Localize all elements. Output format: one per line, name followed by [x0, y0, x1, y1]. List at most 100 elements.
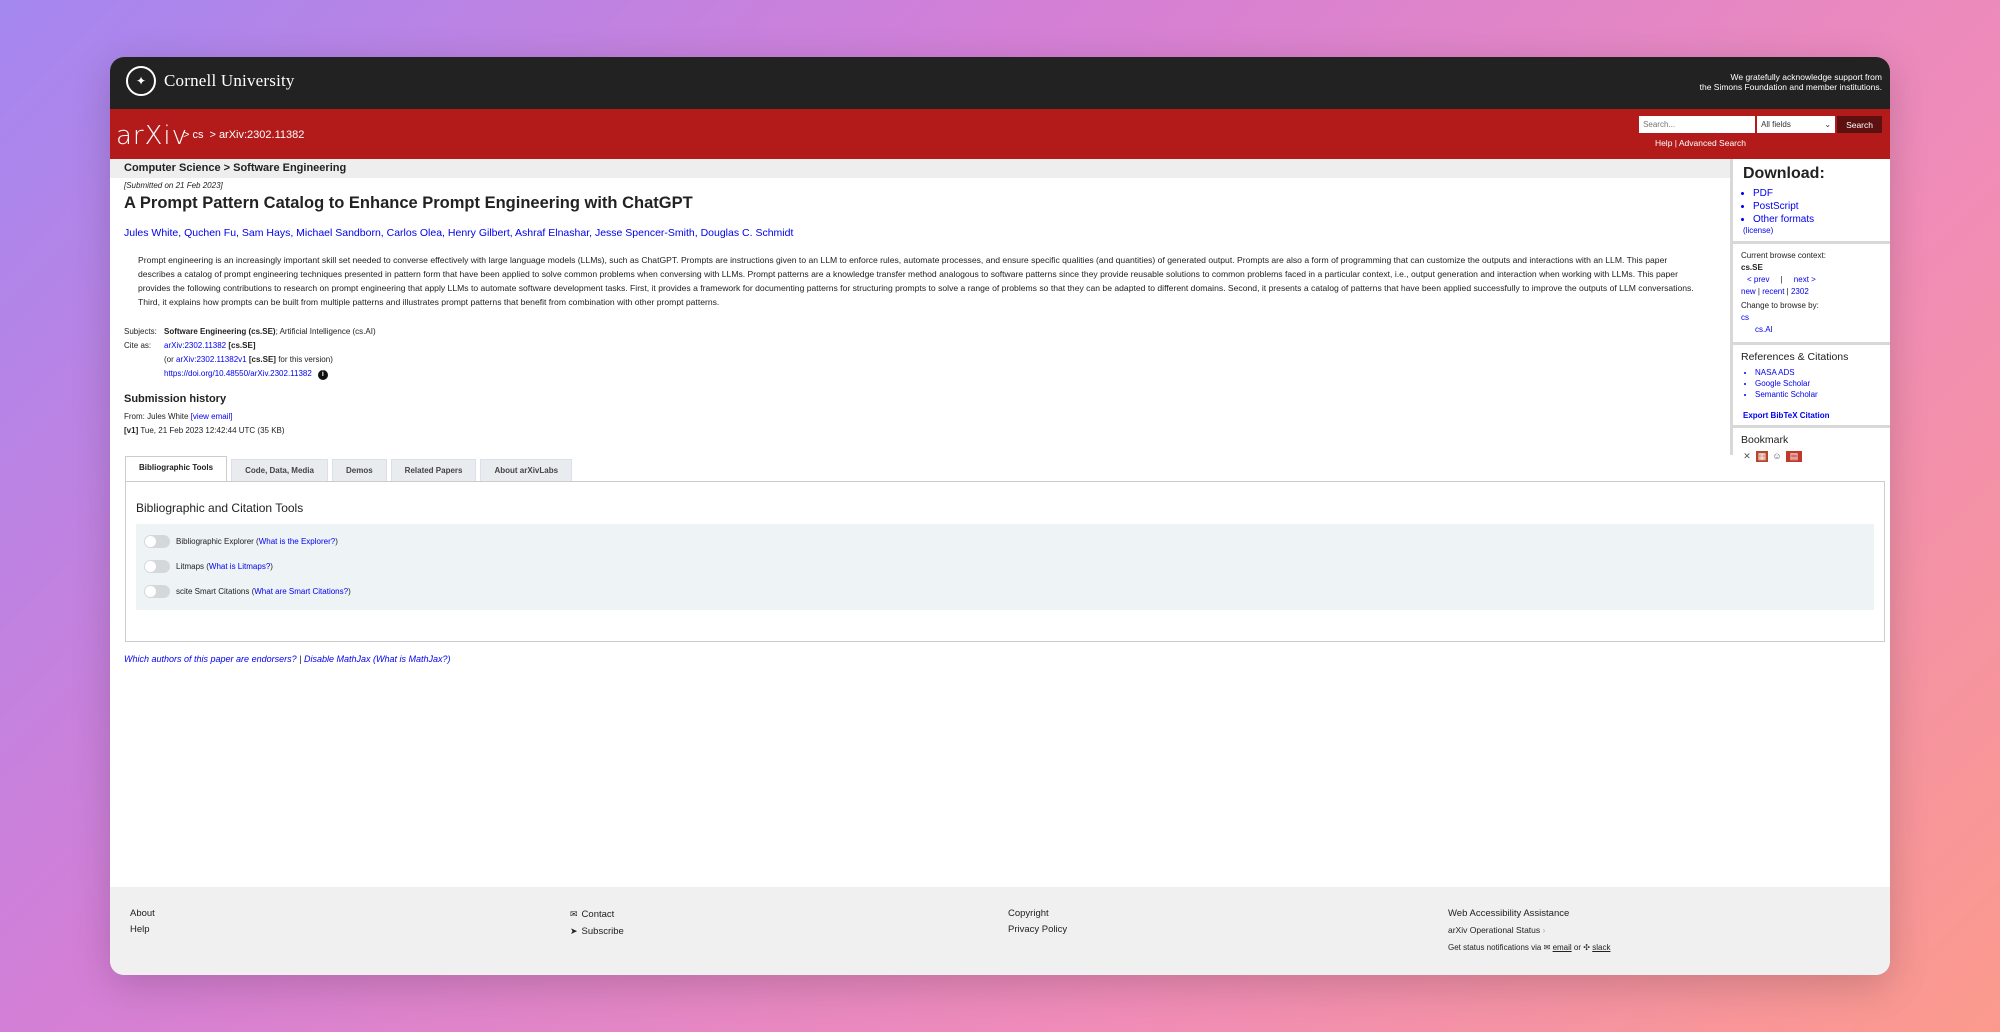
breadcrumb: > cs > arXiv:2302.11382: [183, 129, 305, 141]
litmaps-help-link[interactable]: What is Litmaps?: [209, 562, 270, 571]
panel-title: Bibliographic and Citation Tools: [136, 501, 304, 515]
advanced-search-link[interactable]: Advanced Search: [1679, 138, 1746, 148]
litmaps-toggle[interactable]: [144, 560, 170, 573]
postscript-link[interactable]: PostScript: [1753, 200, 1882, 213]
new-link[interactable]: new: [1741, 287, 1756, 296]
contact-label: Contact: [581, 909, 615, 920]
version-tag: [cs.SE]: [248, 355, 276, 364]
accessibility-link[interactable]: Web Accessibility Assistance: [1448, 906, 1610, 922]
context-value: cs.SE: [1741, 263, 1763, 272]
tool-row: Bibliographic Explorer (What is the Expl…: [144, 535, 338, 548]
version-suffix: for this version): [278, 355, 333, 364]
field-select[interactable]: All fields ⌄: [1757, 116, 1836, 133]
breadcrumb-cs[interactable]: cs: [192, 129, 203, 141]
metadata-table: Subjects: Software Engineering (cs.SE); …: [124, 325, 1724, 381]
cornell-name: Cornell University: [164, 71, 295, 90]
support-line-1: We gratefully acknowledge support from: [1730, 72, 1882, 82]
explorer-help-link[interactable]: What is the Explorer?: [259, 537, 335, 546]
contact-link[interactable]: ✉ Contact: [570, 906, 624, 923]
recent-link[interactable]: recent: [1762, 287, 1784, 296]
endorsers-link[interactable]: Which authors of this paper are endorser…: [124, 654, 297, 664]
field-select-value: All fields: [1761, 120, 1791, 129]
browse-cs-link[interactable]: cs: [1741, 312, 1882, 324]
cite-as-label: Cite as:: [124, 341, 152, 350]
abstract-text: Prompt engineering is an increasingly im…: [138, 255, 1694, 307]
reddit-icon[interactable]: ☺: [1771, 451, 1783, 462]
doi-link[interactable]: https://doi.org/10.48550/arXiv.2302.1138…: [164, 369, 312, 378]
sciencewise-icon[interactable]: ▤: [1786, 451, 1802, 462]
tab-demos[interactable]: Demos: [331, 459, 387, 481]
browse-cs-ai-link[interactable]: cs.AI: [1741, 324, 1882, 336]
submission-history-title: Submission history: [124, 393, 227, 405]
tool-name: Litmaps: [176, 562, 205, 571]
version-id-link[interactable]: arXiv:2302.11382v1: [176, 355, 247, 364]
browse-context-section: Current browse context: cs.SE < prev | n…: [1733, 244, 1890, 345]
extra-services-sidebar: Download: PDF PostScript Other formats (…: [1730, 159, 1890, 462]
cornell-seal-icon: ✦: [126, 66, 156, 96]
info-icon[interactable]: i: [317, 370, 328, 380]
month-link[interactable]: 2302: [1791, 287, 1809, 296]
about-link[interactable]: About: [130, 906, 155, 922]
tab-code-data-media[interactable]: Code, Data, Media: [231, 459, 328, 481]
paper-title: A Prompt Pattern Catalog to Enhance Prom…: [124, 194, 693, 212]
view-email-link[interactable]: [view email]: [191, 412, 233, 421]
search-input[interactable]: [1639, 116, 1756, 133]
footer-col-3: Copyright Privacy Policy: [1008, 906, 1067, 938]
email-notify-link[interactable]: email: [1553, 943, 1572, 952]
scite-toggle[interactable]: [144, 585, 170, 598]
copyright-link[interactable]: Copyright: [1008, 906, 1067, 922]
cite-tag: [cs.SE]: [228, 341, 256, 350]
submission-history: From: Jules White [view email] [v1] Tue,…: [124, 410, 1724, 438]
separator: |: [299, 654, 302, 664]
abstract-main: [Submitted on 21 Feb 2023] A Prompt Patt…: [124, 181, 1724, 438]
mendeley-icon[interactable]: ▦: [1756, 451, 1768, 462]
version-details: Tue, 21 Feb 2023 12:42:44 UTC (35 KB): [140, 426, 285, 435]
license-link[interactable]: (license): [1743, 226, 1882, 235]
cornell-logo[interactable]: ✦ Cornell University: [126, 66, 295, 96]
version-label[interactable]: [v1]: [124, 426, 138, 435]
support-line-2[interactable]: the Simons Foundation and member institu…: [1700, 82, 1882, 92]
status-notifications: Get status notifications via ✉ email or …: [1448, 940, 1610, 956]
what-is-mathjax-link[interactable]: (What is MathJax?): [373, 654, 451, 664]
author-list[interactable]: Jules White, Quchen Fu, Sam Hays, Michae…: [124, 227, 1724, 239]
export-bibtex-link[interactable]: Export BibTeX Citation: [1733, 406, 1890, 428]
status-label: arXiv Operational Status: [1448, 925, 1541, 935]
footer-col-2: ✉ Contact ➤ Subscribe: [570, 906, 624, 940]
next-link[interactable]: next >: [1794, 275, 1816, 284]
tab-related-papers[interactable]: Related Papers: [390, 459, 477, 481]
tool-row: Litmaps (What is Litmaps?): [144, 560, 273, 573]
download-title: Download:: [1743, 165, 1825, 182]
other-formats-link[interactable]: Other formats: [1753, 213, 1882, 226]
references-title: References & Citations: [1741, 351, 1849, 363]
semantic-scholar-link[interactable]: Semantic Scholar: [1755, 389, 1882, 400]
labs-tabs: Bibliographic Tools Code, Data, Media De…: [125, 456, 573, 481]
bookmark-section: Bookmark ✕ ▦ ☺ ▤: [1733, 428, 1890, 468]
prev-link[interactable]: < prev: [1747, 275, 1769, 284]
disable-mathjax-link[interactable]: Disable MathJax: [304, 654, 371, 664]
nasa-ads-link[interactable]: NASA ADS: [1755, 367, 1882, 378]
separator: |: [1780, 275, 1783, 284]
operational-status-link[interactable]: arXiv Operational Status ›: [1448, 922, 1610, 938]
explorer-toggle[interactable]: [144, 535, 170, 548]
tab-about-arxivlabs[interactable]: About arXivLabs: [480, 459, 573, 481]
tab-bibliographic-tools[interactable]: Bibliographic Tools: [125, 456, 228, 481]
bibsonomy-icon[interactable]: ✕: [1741, 451, 1753, 462]
notify-label: Get status notifications via: [1448, 943, 1542, 952]
pdf-link[interactable]: PDF: [1753, 187, 1882, 200]
privacy-link[interactable]: Privacy Policy: [1008, 922, 1067, 938]
help-link[interactable]: Help: [1655, 138, 1672, 148]
subscribe-link[interactable]: ➤ Subscribe: [570, 923, 624, 940]
slack-notify-link[interactable]: slack: [1592, 943, 1610, 952]
google-scholar-link[interactable]: Google Scholar: [1755, 378, 1882, 389]
primary-subject: Software Engineering (cs.SE): [164, 327, 276, 336]
search-button[interactable]: Search: [1837, 116, 1882, 133]
arxiv-logo[interactable]: arXiv: [116, 121, 188, 151]
scite-help-link[interactable]: What are Smart Citations?: [254, 587, 348, 596]
arxiv-header: arXiv >cs >arXiv:2302.11382 All fields ⌄…: [110, 109, 1890, 159]
cornell-banner: ✦ Cornell University We gratefully ackno…: [110, 57, 1890, 109]
cite-id-link[interactable]: arXiv:2302.11382: [164, 341, 226, 350]
subjects-label: Subjects:: [124, 327, 157, 336]
paper-plane-icon: ➤: [570, 926, 578, 936]
help-footer-link[interactable]: Help: [130, 922, 155, 938]
tool-row: scite Smart Citations (What are Smart Ci…: [144, 585, 351, 598]
